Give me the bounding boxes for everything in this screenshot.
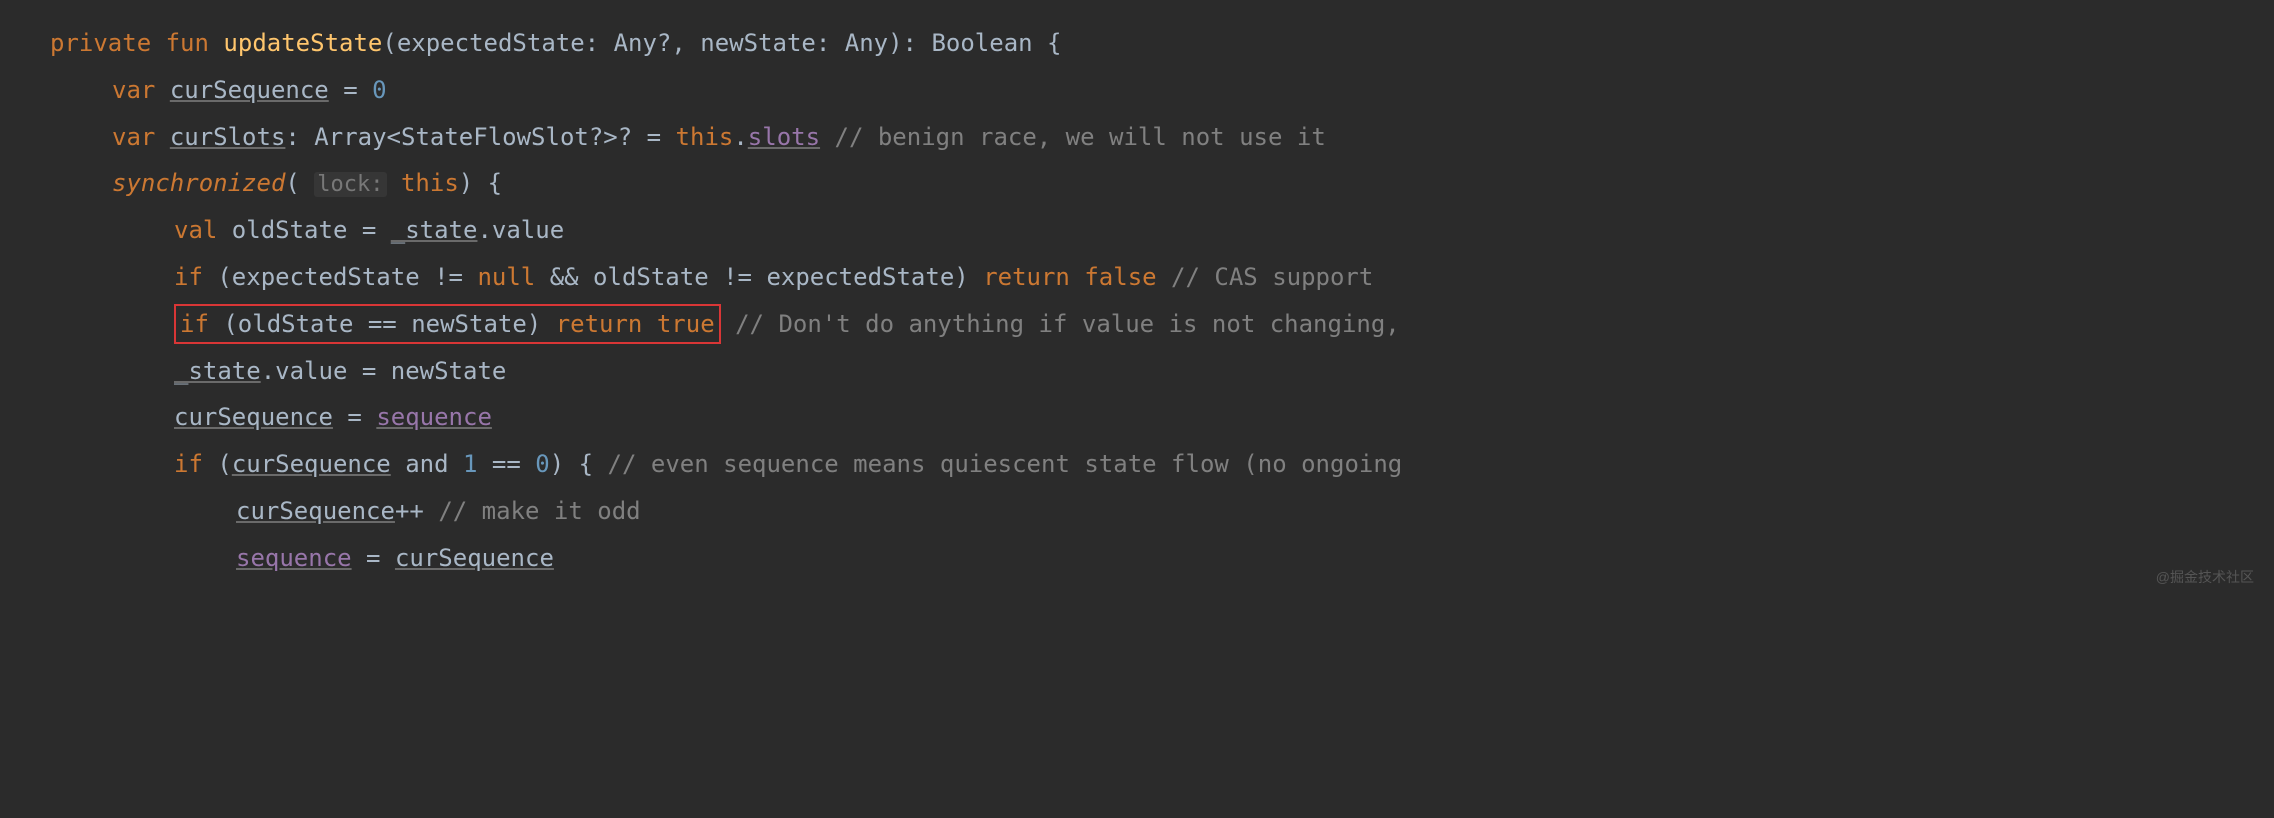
field-slots: slots xyxy=(748,123,820,151)
keyword-val: val xyxy=(174,216,217,244)
comment: // CAS support xyxy=(1157,263,1374,291)
keyword-if: if xyxy=(174,450,203,478)
keyword-this: this xyxy=(676,123,734,151)
field-sequence: sequence xyxy=(376,403,492,431)
condition: && oldState != expectedState) xyxy=(535,263,983,291)
code-line-4: synchronized( lock: this) { xyxy=(50,160,2274,207)
var-cursequence: curSequence xyxy=(174,403,333,431)
keyword-false: false xyxy=(1070,263,1157,291)
open-paren: ( xyxy=(203,450,232,478)
text: .value xyxy=(477,216,564,244)
condition: (expectedState != xyxy=(203,263,478,291)
keyword-synchronized: synchronized xyxy=(112,169,285,197)
comment: // make it odd xyxy=(438,497,640,525)
var-cursequence: curSequence xyxy=(232,450,391,478)
keyword-null: null xyxy=(477,263,535,291)
eq-op: == xyxy=(477,450,535,478)
code-line-3: var curSlots: Array<StateFlowSlot?>? = t… xyxy=(50,114,2274,161)
code-line-6: if (expectedState != null && oldState !=… xyxy=(50,254,2274,301)
code-line-10: if (curSequence and 1 == 0) { // even se… xyxy=(50,441,2274,488)
open-paren: ( xyxy=(285,169,314,197)
signature: (expectedState: Any?, newState: Any): Bo… xyxy=(382,29,1061,57)
type-annotation: : Array<StateFlowSlot?>? = xyxy=(285,123,675,151)
comment: // benign race, we will not use it xyxy=(820,123,1326,151)
var-cursequence: curSequence xyxy=(395,544,554,572)
keyword-this: this xyxy=(387,169,459,197)
keyword-return: return xyxy=(556,310,643,338)
field-sequence: sequence xyxy=(236,544,352,572)
increment: ++ xyxy=(395,497,438,525)
keyword-var: var xyxy=(112,76,155,104)
var-curslots: curSlots xyxy=(170,123,286,151)
text: oldState = xyxy=(217,216,390,244)
equals: = xyxy=(333,403,376,431)
space xyxy=(449,450,463,478)
number-literal: 0 xyxy=(535,450,549,478)
highlight-box: if (oldState == newState) return true xyxy=(174,304,721,344)
keyword-true: true xyxy=(642,310,714,338)
code-line-9: curSequence = sequence xyxy=(50,394,2274,441)
watermark: @掘金技术社区 xyxy=(2156,564,2254,591)
equals: = xyxy=(329,76,372,104)
comment: // Don't do anything if value is not cha… xyxy=(721,310,1400,338)
comment: // even sequence means quiescent state f… xyxy=(608,450,1403,478)
var-cursequence: curSequence xyxy=(170,76,329,104)
code-line-12: sequence = curSequence xyxy=(50,535,2274,582)
keyword-if: if xyxy=(174,263,203,291)
code-line-5: val oldState = _state.value xyxy=(50,207,2274,254)
code-line-7-highlighted: if (oldState == newState) return true //… xyxy=(50,301,2274,348)
var-cursequence: curSequence xyxy=(236,497,395,525)
equals: = xyxy=(352,544,395,572)
code-line-8: _state.value = newState xyxy=(50,348,2274,395)
keyword-private: private xyxy=(50,29,151,57)
keyword-fun: fun xyxy=(166,29,209,57)
field-state: _state xyxy=(174,357,261,385)
dot: . xyxy=(733,123,747,151)
code-line-2: var curSequence = 0 xyxy=(50,67,2274,114)
condition: (oldState == newState) xyxy=(209,310,556,338)
infix-and: and xyxy=(405,450,448,478)
function-name: updateState xyxy=(223,29,382,57)
field-state: _state xyxy=(391,216,478,244)
keyword-var: var xyxy=(112,123,155,151)
code-line-1: private fun updateState(expectedState: A… xyxy=(50,20,2274,67)
param-hint-lock: lock: xyxy=(314,172,386,197)
code-line-11: curSequence++ // make it odd xyxy=(50,488,2274,535)
number-literal: 1 xyxy=(463,450,477,478)
text: .value = newState xyxy=(261,357,507,385)
keyword-return: return xyxy=(983,263,1070,291)
close-brace: ) { xyxy=(459,169,502,197)
space xyxy=(391,450,405,478)
number-literal: 0 xyxy=(372,76,386,104)
keyword-if: if xyxy=(180,310,209,338)
close-brace: ) { xyxy=(550,450,608,478)
